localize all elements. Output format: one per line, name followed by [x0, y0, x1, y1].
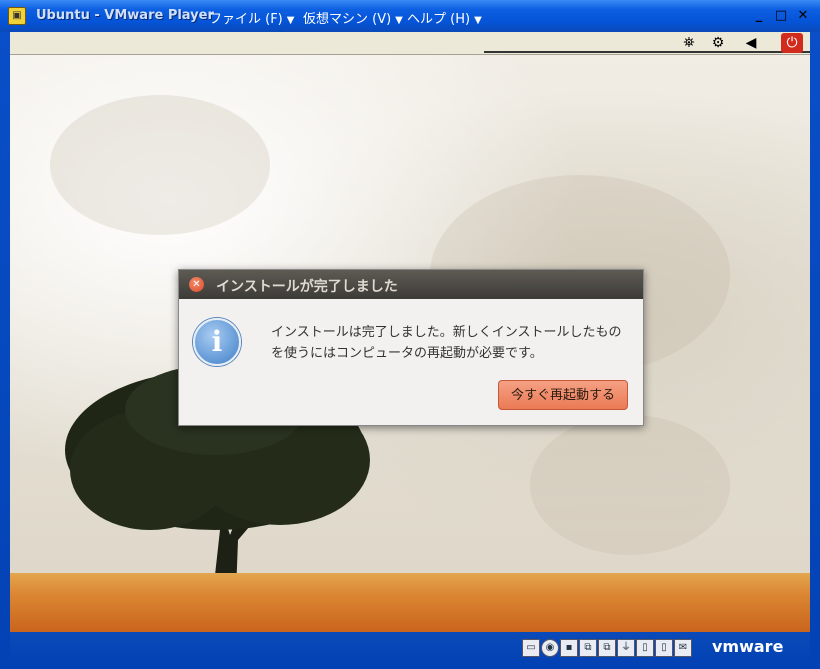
dropdown-arrow-icon: ▼: [395, 15, 403, 26]
menu-vm-label: 仮想マシン (V): [303, 12, 392, 27]
menu-file[interactable]: ファイル (F) ▼: [209, 8, 294, 27]
vmware-app-icon[interactable]: ▣: [8, 7, 26, 25]
dialog-message-line-2: を使うにはコンピュータの再起動が必要です。: [271, 346, 543, 361]
menu-file-label: ファイル (F): [209, 12, 283, 27]
vmware-logo: vmware: [712, 637, 784, 656]
menu-vm[interactable]: 仮想マシン (V) ▼: [303, 8, 403, 27]
info-icon: i: [193, 318, 241, 366]
usb-icon[interactable]: ⏚: [617, 639, 635, 657]
dialog-close-icon[interactable]: ✕: [189, 277, 204, 292]
network-icon[interactable]: ⧉: [579, 639, 597, 657]
install-complete-dialog: ✕ インストールが完了しました i インストールは完了しました。新しくインストー…: [178, 269, 644, 426]
dropdown-arrow-icon: ▼: [286, 15, 295, 26]
vmware-window: ▣ Ubuntu - VMware Player ファイル (F) ▼ 仮想マシン…: [0, 0, 820, 669]
ground-field: [10, 573, 810, 632]
menu-help[interactable]: ヘルプ (H) ▼: [407, 8, 482, 27]
close-button[interactable]: ✕: [794, 7, 812, 25]
message-icon[interactable]: ✉: [674, 639, 692, 657]
sound-icon[interactable]: ◀: [740, 33, 762, 53]
guest-desktop[interactable]: ✕ インストールが完了しました i インストールは完了しました。新しくインストー…: [10, 55, 810, 632]
dialog-message: インストールは完了しました。新しくインストールしたもの を使うにはコンピュータの…: [271, 322, 631, 364]
menu-help-label: ヘルプ (H): [407, 12, 471, 27]
cd-icon[interactable]: ◉: [541, 639, 559, 657]
minimize-button[interactable]: _: [750, 7, 768, 25]
wallpaper-texture: [50, 95, 270, 235]
network-icon[interactable]: ⧉: [598, 639, 616, 657]
window-title: Ubuntu - VMware Player: [36, 8, 214, 23]
restart-now-button[interactable]: 今すぐ再起動する: [498, 380, 628, 410]
dropdown-arrow-icon: ▼: [474, 15, 482, 26]
status-bar: ▭ ◉ ▪ ⧉ ⧉ ⏚ ▯ ▯ ✉ vmware: [10, 632, 810, 662]
floppy-icon[interactable]: ▪: [560, 639, 578, 657]
wallpaper-texture: [530, 415, 730, 555]
usb-icon[interactable]: ⚙: [707, 33, 729, 53]
dialog-title: インストールが完了しました: [216, 279, 398, 295]
dialog-message-line-1: インストールは完了しました。新しくインストールしたもの: [271, 325, 622, 340]
power-icon[interactable]: ⏻: [781, 33, 803, 53]
title-bar[interactable]: ▣ Ubuntu - VMware Player ファイル (F) ▼ 仮想マシン…: [0, 0, 820, 32]
maximize-button[interactable]: □: [772, 7, 790, 25]
dialog-title-bar: ✕ インストールが完了しました: [179, 270, 643, 299]
hdd-icon[interactable]: ▭: [522, 639, 540, 657]
vm-toolbar: ⛯ ⚙ ◀ ⏻: [10, 32, 810, 55]
network-icon[interactable]: ⛯: [678, 33, 700, 53]
display-icon[interactable]: ▯: [655, 639, 673, 657]
display-icon[interactable]: ▯: [636, 639, 654, 657]
